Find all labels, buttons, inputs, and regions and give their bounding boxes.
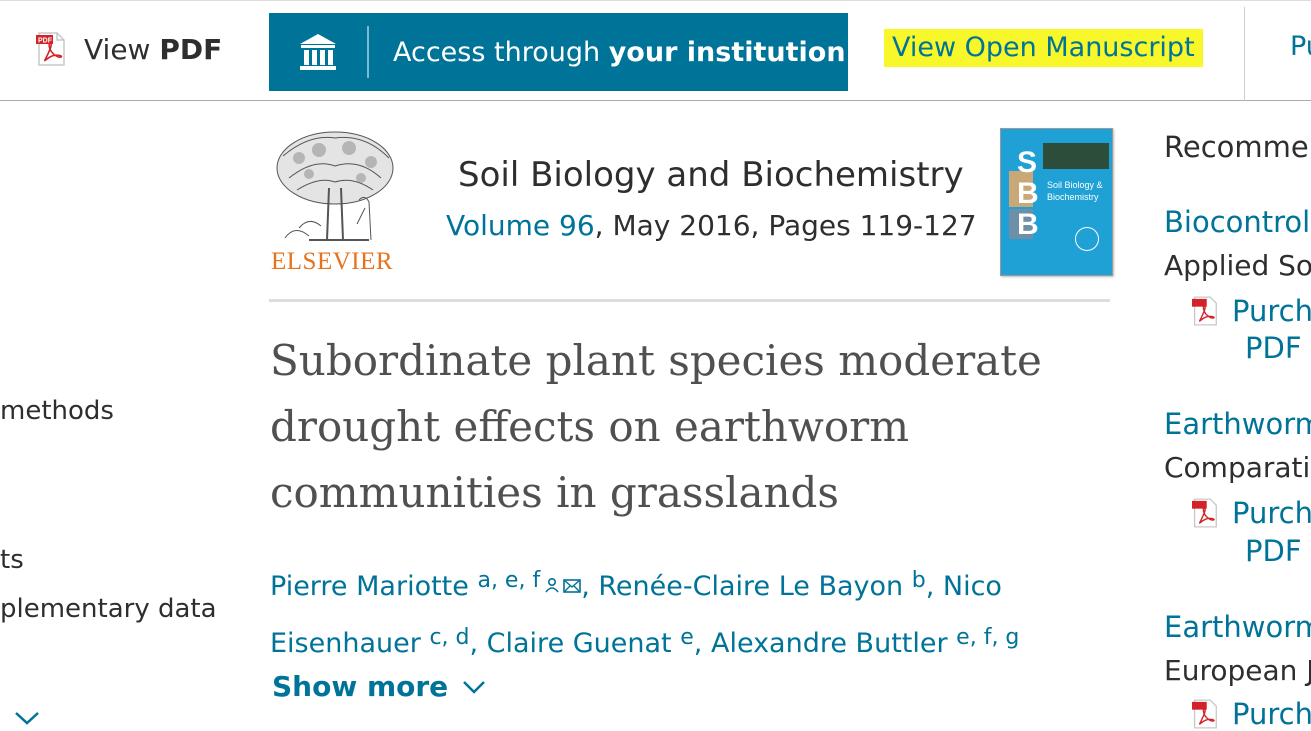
purchase-pdf-link[interactable]: Purch bbox=[1192, 294, 1311, 328]
recommended-heading: Recommen bbox=[1164, 130, 1311, 164]
toolbar-partial-link[interactable]: Pu bbox=[1290, 31, 1311, 62]
purchase-pdf-link[interactable]: Purch bbox=[1192, 697, 1311, 731]
recommended-journal: Applied Soi bbox=[1164, 249, 1311, 282]
header-divider bbox=[269, 299, 1110, 302]
cover-sbb-letters: SBB bbox=[1017, 146, 1039, 241]
cover-seal bbox=[1075, 227, 1099, 251]
purchase-pdf-label[interactable]: PDF bbox=[1245, 534, 1302, 568]
author-link[interactable]: Renée-Claire Le Bayon b bbox=[598, 568, 925, 602]
author-link[interactable]: Alexandre Buttler e, f, g bbox=[711, 625, 1019, 659]
access-prefix: Access through bbox=[393, 36, 601, 68]
chevron-down-icon bbox=[463, 680, 486, 694]
view-open-manuscript-link[interactable]: View Open Manuscript bbox=[884, 29, 1203, 67]
button-separator bbox=[367, 26, 369, 78]
show-more-button[interactable]: Show more bbox=[272, 670, 486, 703]
outline-expand-chevron-icon[interactable] bbox=[14, 710, 40, 730]
pdf-icon: PDF bbox=[36, 32, 66, 66]
article-toolbar: PDF View PDF Access through your institu… bbox=[0, 0, 1311, 101]
view-label: View bbox=[84, 32, 151, 66]
outline-item-ts[interactable]: ts bbox=[0, 545, 24, 575]
journal-cover-image[interactable]: SBB Soil Biology & Biochemistry bbox=[1000, 128, 1113, 276]
elsevier-logo[interactable]: ELSEVIER bbox=[269, 128, 399, 278]
recommended-article-link[interactable]: Earthworm bbox=[1164, 407, 1311, 441]
article-title: Subordinate plant species moderate droug… bbox=[270, 336, 1042, 517]
pdf-icon bbox=[1192, 699, 1217, 729]
author-list: Pierre Mariotte a, e, f, Renée-Claire Le… bbox=[270, 555, 1070, 669]
author-link[interactable]: Claire Guenat e bbox=[487, 625, 694, 659]
volume-info: Volume 96, May 2016, Pages 119-127 bbox=[446, 209, 977, 242]
journal-title-link[interactable]: Soil Biology and Biochemistry bbox=[458, 155, 964, 195]
toolbar-divider bbox=[1244, 7, 1245, 101]
elsevier-tree-icon bbox=[276, 131, 394, 241]
pdf-icon bbox=[1192, 296, 1217, 326]
author-link[interactable]: Pierre Mariotte a, e, f bbox=[270, 568, 540, 602]
recommended-journal: European J bbox=[1164, 654, 1311, 687]
recommended-article-link[interactable]: Biocontrol bbox=[1164, 205, 1310, 239]
recommended-journal: Comparativ bbox=[1164, 451, 1311, 484]
purchase-pdf-link[interactable]: Purch bbox=[1192, 496, 1311, 530]
issue-details: , May 2016, Pages 119-127 bbox=[594, 209, 977, 242]
pdf-label: PDF bbox=[159, 32, 223, 66]
pdf-icon bbox=[1192, 498, 1217, 528]
cover-subtitle: Soil Biology & Biochemistry bbox=[1047, 180, 1103, 202]
access-through-institution-button[interactable]: Access through your institution bbox=[269, 13, 848, 91]
volume-link[interactable]: Volume 96 bbox=[446, 209, 595, 242]
show-more-label: Show more bbox=[272, 670, 449, 703]
elsevier-wordmark: ELSEVIER bbox=[271, 248, 394, 275]
recommended-article-link[interactable]: Earthworm bbox=[1164, 610, 1311, 644]
outline-item-supplementary[interactable]: plementary data bbox=[0, 594, 217, 624]
author-person-icon[interactable] bbox=[544, 559, 560, 610]
cover-photo-1 bbox=[1043, 143, 1109, 169]
outline-item-methods[interactable]: methods bbox=[0, 396, 114, 426]
purchase-pdf-label[interactable]: PDF bbox=[1245, 331, 1302, 365]
institution-icon bbox=[269, 13, 367, 91]
view-pdf-button[interactable]: PDF View PDF bbox=[36, 29, 222, 69]
access-bold: your institution bbox=[608, 36, 846, 68]
author-email-icon[interactable] bbox=[563, 559, 582, 610]
